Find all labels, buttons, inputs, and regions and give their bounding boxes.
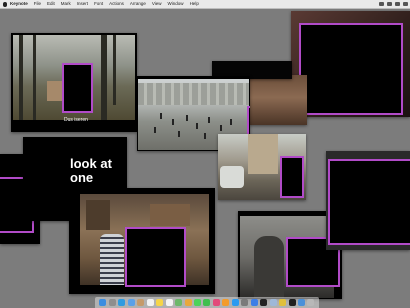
messages-icon[interactable] xyxy=(193,299,201,306)
video-window-dark-room[interactable] xyxy=(291,11,410,117)
menu-file[interactable]: File xyxy=(34,0,41,8)
trash-icon[interactable] xyxy=(307,299,315,306)
highlighted-region xyxy=(328,159,410,245)
maps-icon[interactable] xyxy=(175,299,183,306)
video-window-street[interactable] xyxy=(218,134,306,200)
menu-insert[interactable]: Insert xyxy=(77,0,88,8)
dock xyxy=(95,297,319,308)
mail-icon[interactable] xyxy=(127,299,135,306)
highlighted-region xyxy=(280,156,304,198)
highlighted-region xyxy=(125,227,186,287)
keynote-icon[interactable] xyxy=(250,299,258,306)
title-line-2: one xyxy=(70,170,94,185)
menu-font[interactable]: Font xyxy=(94,0,103,8)
chrome-icon[interactable] xyxy=(279,299,287,306)
battery-icon[interactable] xyxy=(387,2,392,6)
title-card-text: look at one xyxy=(70,157,112,185)
facetime-icon[interactable] xyxy=(203,299,211,306)
menu-mark[interactable]: Mark xyxy=(61,0,71,8)
video-window-interior[interactable] xyxy=(249,75,307,125)
video-window-boy-room[interactable] xyxy=(69,188,215,294)
video-window-right[interactable] xyxy=(326,151,410,250)
quicktime-icon[interactable] xyxy=(288,299,296,306)
notes-icon[interactable] xyxy=(156,299,164,306)
menu-bar: Keynote File Edit Mark Insert Font Actio… xyxy=(0,0,410,9)
itunes-icon[interactable] xyxy=(212,299,220,306)
apple-logo-icon[interactable] xyxy=(3,1,7,7)
menu-edit[interactable]: Edit xyxy=(47,0,55,8)
contacts-icon[interactable] xyxy=(137,299,145,306)
highlighted-region xyxy=(299,23,403,115)
menu-view[interactable]: View xyxy=(152,0,162,8)
downloads-icon[interactable] xyxy=(297,299,305,306)
subtitle-text: Dus iseren xyxy=(64,117,88,123)
calendar-icon[interactable] xyxy=(146,299,154,306)
launchpad-icon[interactable] xyxy=(108,299,116,306)
menu-app-name[interactable]: Keynote xyxy=(10,0,28,8)
status-area xyxy=(376,0,408,8)
child-figure xyxy=(100,234,124,285)
app-store-icon[interactable] xyxy=(231,299,239,306)
terminal-icon[interactable] xyxy=(260,299,268,306)
system-preferences-icon[interactable] xyxy=(241,299,249,306)
title-line-1: look at xyxy=(70,156,112,171)
highlighted-region xyxy=(62,63,93,113)
highlighted-region xyxy=(247,106,250,136)
reminders-icon[interactable] xyxy=(165,299,173,306)
menu-actions[interactable]: Actions xyxy=(109,0,124,8)
search-icon[interactable] xyxy=(403,2,408,6)
menu-help[interactable]: Help xyxy=(190,0,199,8)
menu-arrange[interactable]: Arrange xyxy=(130,0,146,8)
safari-icon[interactable] xyxy=(118,299,126,306)
car xyxy=(220,166,244,188)
finder-icon[interactable] xyxy=(99,299,107,306)
wifi-icon[interactable] xyxy=(379,2,384,6)
video-window-forest[interactable]: Dus iseren xyxy=(11,33,137,132)
ibooks-icon[interactable] xyxy=(222,299,230,306)
video-frame xyxy=(249,75,307,125)
photos-icon[interactable] xyxy=(184,299,192,306)
menu-window[interactable]: Window xyxy=(168,0,184,8)
clock-icon[interactable] xyxy=(395,2,400,6)
preview-icon[interactable] xyxy=(269,299,277,306)
